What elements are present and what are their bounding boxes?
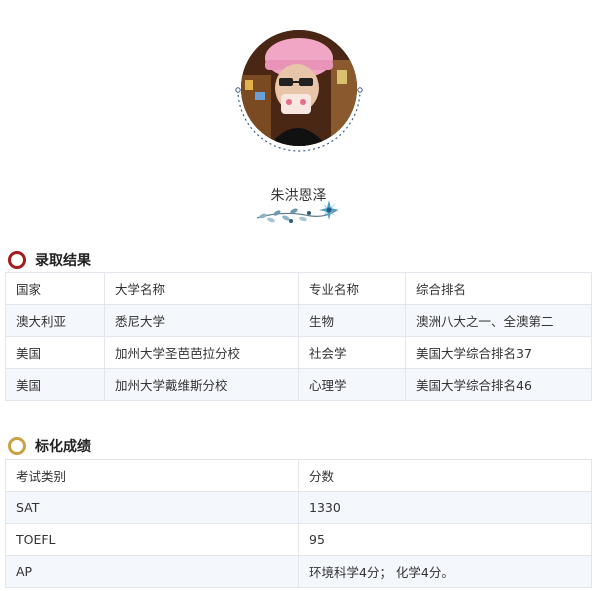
cell-country: 澳大利亚	[5, 304, 105, 337]
cell-ranking: 美国大学综合排名37	[405, 336, 592, 369]
column-header: 国家	[5, 272, 105, 305]
cell-university: 加州大学圣芭芭拉分校	[104, 336, 299, 369]
column-header: 专业名称	[298, 272, 406, 305]
cell-test-type: SAT	[5, 491, 299, 524]
section-title-scores: 标化成绩	[8, 436, 91, 456]
column-header: 综合排名	[405, 272, 592, 305]
cell-university: 加州大学戴维斯分校	[104, 368, 299, 401]
cell-university: 悉尼大学	[104, 304, 299, 337]
cell-test-type: AP	[5, 555, 299, 588]
cell-ranking: 美国大学综合排名46	[405, 368, 592, 401]
ring-bullet-icon	[8, 437, 26, 455]
table-row: SAT 1330	[5, 491, 592, 524]
section-title-text: 录取结果	[35, 253, 91, 269]
scores-table: 考试类别 分数 SAT 1330 TOEFL 95 AP 环境科学4分； 化学4…	[5, 459, 592, 588]
cell-score: 95	[298, 523, 592, 556]
cell-score: 环境科学4分； 化学4分。	[298, 555, 592, 588]
table-row: 澳大利亚 悉尼大学 生物 澳洲八大之一、全澳第二	[5, 304, 592, 337]
student-photo-icon	[241, 30, 357, 146]
table-header-row: 国家 大学名称 专业名称 综合排名	[5, 272, 592, 305]
ring-bullet-icon	[8, 251, 26, 269]
table-row: 美国 加州大学戴维斯分校 心理学 美国大学综合排名46	[5, 368, 592, 401]
avatar-container	[234, 28, 364, 154]
section-title-text: 标化成绩	[35, 439, 91, 455]
cell-major: 生物	[298, 304, 406, 337]
column-header: 分数	[298, 459, 592, 492]
section-title-admission: 录取结果	[8, 250, 91, 270]
cell-country: 美国	[5, 368, 105, 401]
cell-country: 美国	[5, 336, 105, 369]
cell-test-type: TOEFL	[5, 523, 299, 556]
table-row: TOEFL 95	[5, 523, 592, 556]
admission-table: 国家 大学名称 专业名称 综合排名 澳大利亚 悉尼大学 生物 澳洲八大之一、全澳…	[5, 272, 592, 401]
cell-score: 1330	[298, 491, 592, 524]
floral-divider-icon	[256, 200, 339, 223]
column-header: 考试类别	[5, 459, 299, 492]
table-header-row: 考试类别 分数	[5, 459, 592, 492]
cell-ranking: 澳洲八大之一、全澳第二	[405, 304, 592, 337]
table-row: AP 环境科学4分； 化学4分。	[5, 555, 592, 588]
column-header: 大学名称	[104, 272, 299, 305]
cell-major: 心理学	[298, 368, 406, 401]
avatar	[241, 30, 357, 146]
table-row: 美国 加州大学圣芭芭拉分校 社会学 美国大学综合排名37	[5, 336, 592, 369]
cell-major: 社会学	[298, 336, 406, 369]
